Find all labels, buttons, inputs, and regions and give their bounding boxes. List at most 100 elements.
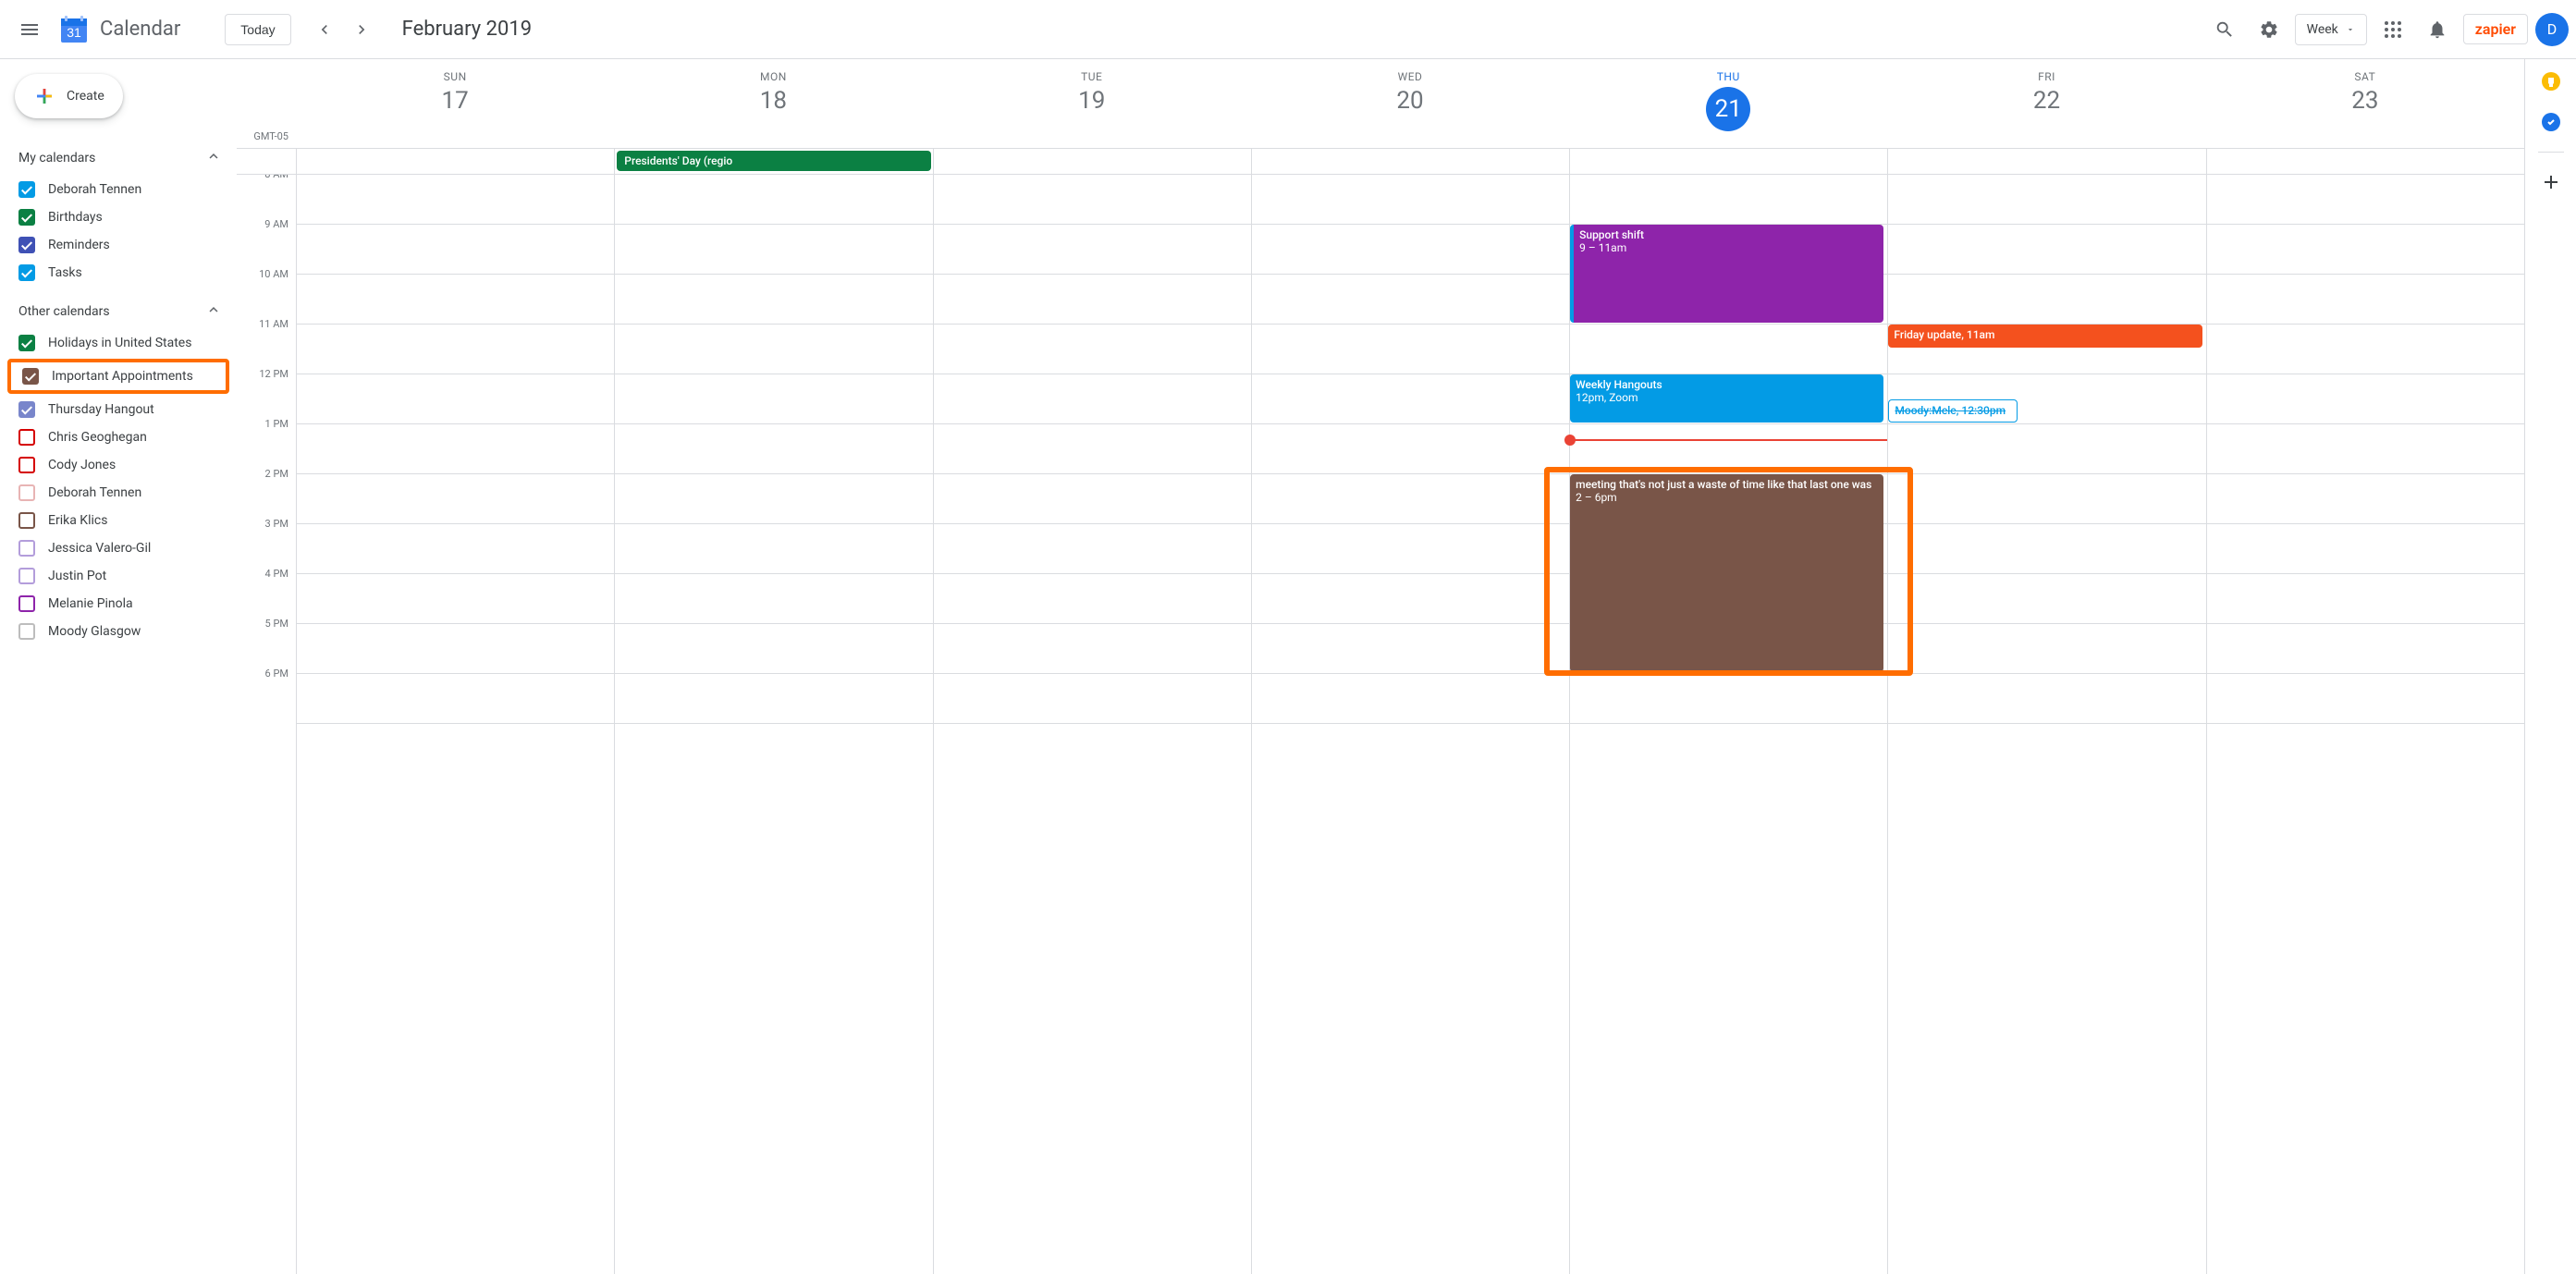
now-indicator xyxy=(1570,439,1887,441)
search-button[interactable] xyxy=(2206,11,2243,48)
allday-row: Presidents' Day (regio xyxy=(237,149,2524,175)
calendar-item[interactable]: Tasks xyxy=(7,259,237,287)
calendar-checkbox[interactable] xyxy=(18,181,35,198)
calendar-checkbox[interactable] xyxy=(18,540,35,557)
chevron-right-icon xyxy=(352,20,371,39)
main-menu-button[interactable] xyxy=(7,7,52,52)
apps-icon xyxy=(2385,21,2401,38)
day-column[interactable] xyxy=(933,175,1251,1274)
create-button[interactable]: Create xyxy=(15,74,123,118)
next-week-button[interactable] xyxy=(343,11,380,48)
calendar-item[interactable]: Melanie Pinola xyxy=(7,590,237,618)
calendar-event[interactable]: Friday update, 11am xyxy=(1888,325,2202,348)
calendar-item[interactable]: Important Appointments xyxy=(11,362,226,390)
apps-button[interactable] xyxy=(2374,11,2411,48)
calendar-checkbox[interactable] xyxy=(18,512,35,529)
day-column[interactable] xyxy=(296,175,614,1274)
calendar-label: Thursday Hangout xyxy=(48,402,154,417)
calendar-checkbox[interactable] xyxy=(18,429,35,446)
calendar-item[interactable]: Birthdays xyxy=(7,203,237,231)
other-calendars-section: Other calendars Holidays in United State… xyxy=(7,294,237,645)
day-header[interactable]: TUE19 xyxy=(933,59,1251,148)
calendar-checkbox[interactable] xyxy=(18,264,35,281)
calendar-event[interactable]: Support shift9 – 11am xyxy=(1570,225,1883,323)
view-selector[interactable]: Week xyxy=(2295,14,2367,45)
calendar-label: Deborah Tennen xyxy=(48,485,141,500)
calendar-label: Jessica Valero-Gil xyxy=(48,541,151,556)
calendar-event[interactable]: Weekly Hangouts12pm, Zoom xyxy=(1570,374,1883,423)
gear-icon xyxy=(2259,19,2279,40)
day-header[interactable]: MON18 xyxy=(614,59,932,148)
chevron-left-icon xyxy=(315,20,334,39)
hour-label: 4 PM xyxy=(237,568,296,618)
day-column[interactable] xyxy=(1251,175,1569,1274)
day-column[interactable] xyxy=(2206,175,2524,1274)
create-label: Create xyxy=(67,89,104,104)
day-column[interactable]: Support shift9 – 11am Weekly Hangouts12pm… xyxy=(1569,175,1887,1274)
settings-button[interactable] xyxy=(2251,11,2288,48)
hour-label: 5 PM xyxy=(237,618,296,668)
calendar-checkbox[interactable] xyxy=(18,457,35,473)
menu-icon xyxy=(18,18,41,41)
calendar-checkbox[interactable] xyxy=(18,209,35,226)
calendar-checkbox[interactable] xyxy=(18,623,35,640)
calendar-item[interactable]: Reminders xyxy=(7,231,237,259)
svg-text:31: 31 xyxy=(67,25,81,40)
day-column[interactable]: Friday update, 11am Moody:Mele, 12:30pm xyxy=(1887,175,2205,1274)
hour-label: 8 AM xyxy=(237,175,296,218)
account-avatar[interactable]: D xyxy=(2535,13,2569,46)
day-column[interactable] xyxy=(614,175,932,1274)
calendar-checkbox[interactable] xyxy=(18,484,35,501)
add-addon-icon[interactable] xyxy=(2540,171,2562,193)
calendar-checkbox[interactable] xyxy=(18,401,35,418)
calendar-item[interactable]: Deborah Tennen xyxy=(7,176,237,203)
plus-icon xyxy=(33,85,55,107)
day-header[interactable]: WED20 xyxy=(1251,59,1569,148)
sidebar: Create My calendars Deborah Tennen Birthd… xyxy=(0,59,237,1274)
allday-event[interactable]: Presidents' Day (regio xyxy=(617,151,930,171)
calendar-checkbox[interactable] xyxy=(18,237,35,253)
calendar-item[interactable]: Holidays in United States xyxy=(7,329,237,357)
calendar-checkbox[interactable] xyxy=(18,568,35,584)
hour-label: 1 PM xyxy=(237,418,296,468)
calendar-item[interactable]: Justin Pot xyxy=(7,562,237,590)
nav-arrows xyxy=(306,11,380,48)
day-header[interactable]: FRI22 xyxy=(1887,59,2205,148)
calendar-event[interactable]: meeting that's not just a waste of time … xyxy=(1570,474,1883,672)
chevron-up-icon xyxy=(205,301,222,322)
my-calendars-title: My calendars xyxy=(18,151,95,165)
zapier-extension[interactable]: zapier xyxy=(2463,14,2528,44)
calendar-item[interactable]: Deborah Tennen xyxy=(7,479,237,507)
other-calendars-toggle[interactable]: Other calendars xyxy=(7,294,237,329)
calendar-checkbox[interactable] xyxy=(18,595,35,612)
calendar-label: Moody Glasgow xyxy=(48,624,141,639)
day-header[interactable]: SUN17 xyxy=(296,59,614,148)
day-header[interactable]: SAT23 xyxy=(2206,59,2524,148)
view-label: Week xyxy=(2307,22,2338,37)
calendar-checkbox[interactable] xyxy=(18,335,35,351)
calendar-label: Cody Jones xyxy=(48,458,116,472)
calendar-item[interactable]: Jessica Valero-Gil xyxy=(7,534,237,562)
calendar-label: Tasks xyxy=(48,265,82,280)
calendar-label: Chris Geoghegan xyxy=(48,430,147,445)
calendar-grid[interactable]: 8 AM9 AM10 AM11 AM12 PM1 PM2 PM3 PM4 PM5… xyxy=(237,175,2524,1274)
calendar-item[interactable]: Erika Klics xyxy=(7,507,237,534)
calendar-main: GMT-05 SUN17MON18TUE19WED20THU21FRI22SAT… xyxy=(237,59,2576,1274)
day-header[interactable]: THU21 xyxy=(1569,59,1887,148)
calendar-item[interactable]: Cody Jones xyxy=(7,451,237,479)
notifications-button[interactable] xyxy=(2419,11,2456,48)
my-calendars-toggle[interactable]: My calendars xyxy=(7,141,237,176)
bell-icon xyxy=(2427,19,2447,40)
calendar-label: Deborah Tennen xyxy=(48,182,141,197)
prev-week-button[interactable] xyxy=(306,11,343,48)
calendar-item[interactable]: Thursday Hangout xyxy=(7,396,237,423)
calendar-event[interactable]: Moody:Mele, 12:30pm xyxy=(1888,399,2018,423)
tasks-icon[interactable] xyxy=(2540,111,2562,133)
keep-icon[interactable] xyxy=(2540,70,2562,92)
calendar-checkbox[interactable] xyxy=(22,368,39,385)
calendar-item[interactable]: Chris Geoghegan xyxy=(7,423,237,451)
hour-label: 2 PM xyxy=(237,468,296,518)
hour-label: 11 AM xyxy=(237,318,296,368)
today-button[interactable]: Today xyxy=(225,14,290,45)
calendar-item[interactable]: Moody Glasgow xyxy=(7,618,237,645)
